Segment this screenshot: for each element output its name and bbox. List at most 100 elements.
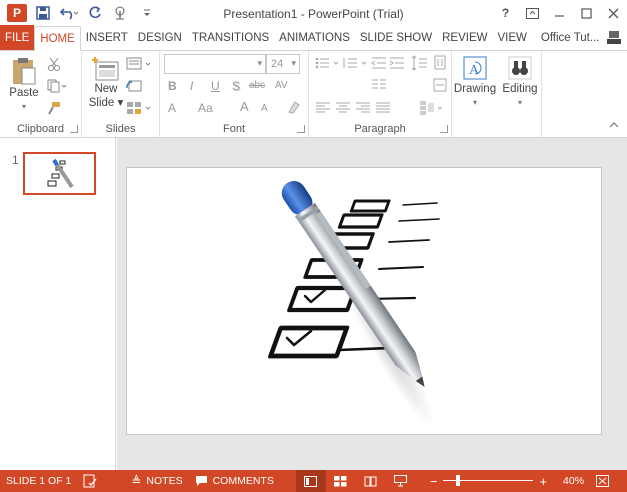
shadow-button[interactable]: S (232, 79, 240, 93)
normal-view-button[interactable] (295, 470, 326, 492)
notes-button[interactable]: ≜ NOTES (125, 470, 188, 492)
change-case-button[interactable]: Aa (198, 101, 213, 115)
undo-button[interactable] (58, 2, 80, 24)
slide-count[interactable]: SLIDE 1 OF 1 (0, 470, 77, 492)
reset-icon[interactable] (126, 79, 142, 93)
slide-thumbnail[interactable] (23, 152, 96, 195)
account-menu[interactable]: Office Tut... (536, 26, 627, 50)
paragraph-dialog-launcher[interactable] (440, 125, 448, 133)
customize-qat-button[interactable] (136, 2, 158, 24)
new-slide-label-line2: Slide ▾ (88, 97, 124, 109)
align-left-icon[interactable] (315, 101, 331, 115)
align-text-icon[interactable] (433, 78, 449, 92)
font-color-button[interactable]: A (168, 101, 176, 115)
font-size-combo[interactable]: 24 (266, 54, 300, 74)
align-center-icon[interactable] (335, 101, 351, 115)
align-right-icon[interactable] (355, 101, 371, 115)
help-icon: ? (501, 6, 510, 20)
strikethrough-button[interactable]: abc (249, 79, 265, 93)
save-icon (36, 6, 50, 20)
clear-formatting-icon[interactable] (286, 100, 300, 114)
zoom-out-button[interactable]: − (424, 470, 444, 492)
touch-mode-icon (115, 6, 125, 20)
decrease-font-size-button[interactable]: A (261, 102, 268, 116)
touch-mode-button[interactable] (110, 2, 132, 24)
underline-button[interactable]: U (211, 79, 220, 93)
layout-icon[interactable] (126, 57, 152, 71)
comments-button[interactable]: COMMENTS (189, 470, 280, 492)
format-painter-icon[interactable] (47, 101, 61, 115)
clipboard-dialog-launcher[interactable] (70, 125, 78, 133)
italic-button[interactable]: I (190, 79, 193, 93)
tab-review[interactable]: REVIEW (437, 26, 492, 50)
font-dialog-launcher[interactable] (297, 125, 305, 133)
editing-label: Editing (502, 83, 538, 95)
increase-indent-icon[interactable] (389, 56, 405, 70)
tab-file[interactable]: FILE (0, 25, 35, 50)
zoom-slider[interactable] (443, 470, 534, 492)
editing-button[interactable]: Editing ▾ (498, 54, 542, 110)
tab-transitions[interactable]: TRANSITIONS (187, 26, 274, 50)
cut-icon[interactable] (47, 57, 61, 71)
close-button[interactable] (600, 0, 627, 26)
clipboard-group: Paste ▾ Clipboard (0, 51, 82, 138)
spell-check-icon (83, 474, 97, 488)
tab-home[interactable]: HOME (34, 26, 81, 51)
bullets-icon[interactable] (315, 56, 341, 70)
bold-button[interactable]: B (168, 79, 177, 93)
pen-checklist-image[interactable] (127, 168, 601, 434)
line-spacing-icon[interactable] (411, 55, 433, 71)
copy-icon[interactable] (47, 79, 67, 93)
convert-to-smartart-icon[interactable] (419, 100, 445, 116)
zoom-in-button[interactable]: + (533, 470, 553, 492)
redo-button[interactable] (84, 2, 106, 24)
spell-check-button[interactable] (77, 470, 103, 492)
zoom-level[interactable]: 40% (557, 470, 590, 492)
numbering-icon[interactable] (343, 56, 369, 70)
paste-button[interactable]: Paste ▾ (6, 56, 42, 114)
paste-dropdown-icon: ▾ (21, 102, 26, 111)
character-spacing-button[interactable]: AV (275, 79, 288, 93)
fit-slide-button[interactable] (590, 470, 615, 492)
slide-show-button[interactable] (386, 470, 416, 492)
columns-icon[interactable] (371, 78, 395, 92)
increase-font-size-button[interactable]: A (240, 100, 249, 114)
drawing-label: Drawing (453, 83, 497, 95)
tab-insert[interactable]: INSERT (81, 26, 133, 50)
text-direction-icon[interactable] (433, 55, 449, 71)
tab-view[interactable]: VIEW (492, 26, 531, 50)
new-slide-button[interactable]: New Slide ▾ (88, 56, 124, 110)
tab-design[interactable]: DESIGN (133, 26, 187, 50)
paragraph-group: Paragraph (309, 51, 452, 138)
slide-sorter-view-button[interactable] (326, 470, 356, 492)
section-icon[interactable] (126, 101, 152, 115)
powerpoint-logo[interactable]: P (6, 2, 28, 24)
minimize-icon (555, 14, 564, 17)
justify-icon[interactable] (375, 101, 391, 115)
reading-view-button[interactable] (356, 470, 386, 492)
notes-icon: ≜ (131, 474, 142, 488)
zoom-slider-thumb[interactable] (456, 475, 461, 486)
new-slide-label-line1: New (94, 83, 118, 95)
drawing-button[interactable]: A Drawing ▾ (452, 54, 498, 110)
quick-access-toolbar: P (0, 0, 162, 26)
notes-label: NOTES (146, 475, 183, 487)
pen (281, 181, 425, 387)
tab-slide-show[interactable]: SLIDE SHOW (355, 26, 437, 50)
ribbon-tabs: FILE HOME INSERT DESIGN TRANSITIONS ANIM… (0, 25, 627, 51)
help-button[interactable]: ? (492, 0, 519, 26)
ribbon-display-options-button[interactable] (519, 0, 546, 26)
font-name-combo[interactable] (164, 54, 266, 74)
tab-animations[interactable]: ANIMATIONS (274, 26, 355, 50)
save-button[interactable] (32, 2, 54, 24)
maximize-button[interactable] (573, 0, 600, 26)
slide-thumbnail-pane: 1 (0, 138, 116, 470)
decrease-indent-icon[interactable] (371, 56, 387, 70)
redo-icon (89, 6, 101, 19)
slide-canvas[interactable] (126, 167, 602, 435)
collapse-ribbon-button[interactable] (609, 120, 619, 131)
thumbnail-pen-checklist-image (47, 158, 74, 188)
title-bar: P Presentation1 - PowerPoint (Trial) ? (0, 0, 627, 26)
minimize-button[interactable] (546, 0, 573, 26)
clipboard-group-label: Clipboard (16, 123, 65, 135)
